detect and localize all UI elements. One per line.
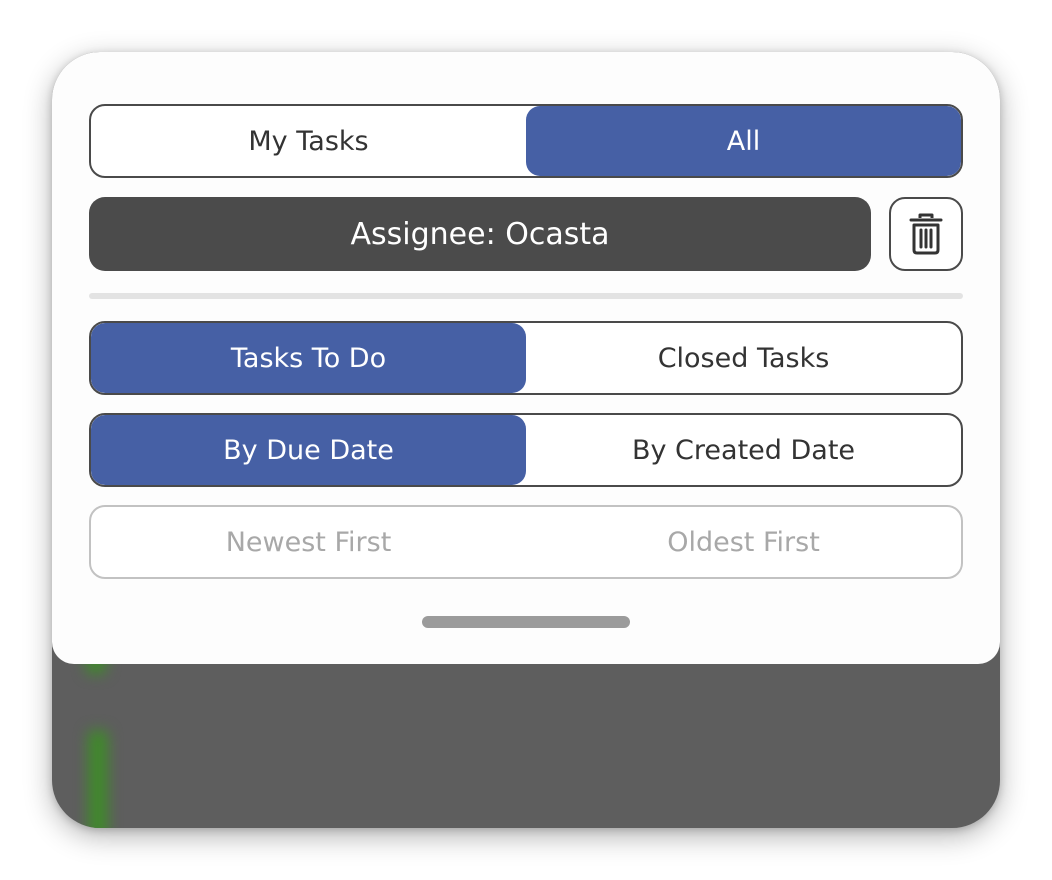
by-created-date-option[interactable]: By Created Date: [526, 415, 961, 485]
by-due-date-option[interactable]: By Due Date: [91, 415, 526, 485]
task-status-stripe: [88, 730, 108, 828]
sort-order-toggle: Newest First Oldest First: [89, 505, 963, 579]
tasks-to-do-option[interactable]: Tasks To Do: [91, 323, 526, 393]
closed-tasks-option[interactable]: Closed Tasks: [526, 323, 961, 393]
phone-screen: My Tasks All Assignee: Ocasta Tasks To D…: [52, 52, 1000, 828]
clear-assignee-button[interactable]: [889, 197, 963, 271]
task-row: [82, 730, 972, 828]
filter-sheet: My Tasks All Assignee: Ocasta Tasks To D…: [52, 52, 1000, 664]
status-filter-toggle: Tasks To Do Closed Tasks: [89, 321, 963, 395]
newest-first-option[interactable]: Newest First: [91, 507, 526, 577]
sheet-drag-handle[interactable]: [422, 616, 630, 628]
trash-icon: [909, 213, 943, 255]
oldest-first-option[interactable]: Oldest First: [526, 507, 961, 577]
all-tasks-option[interactable]: All: [526, 106, 961, 176]
assignee-filter-button[interactable]: Assignee: Ocasta: [89, 197, 871, 271]
assignment-filter-toggle: My Tasks All: [89, 104, 963, 178]
sort-by-toggle: By Due Date By Created Date: [89, 413, 963, 487]
section-divider: [89, 293, 963, 299]
my-tasks-option[interactable]: My Tasks: [91, 106, 526, 176]
